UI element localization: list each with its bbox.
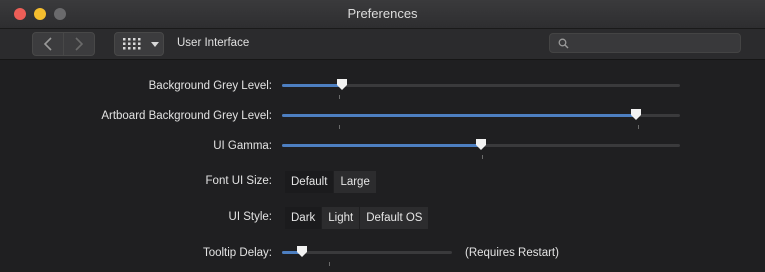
artboard-grey-label: Artboard Background Grey Level: <box>101 110 272 122</box>
slider-tick <box>339 125 340 129</box>
title-bar: Preferences <box>0 0 765 29</box>
slider-thumb[interactable] <box>476 139 486 150</box>
background-grey-label: Background Grey Level: <box>148 80 272 92</box>
slider-thumb[interactable] <box>631 109 641 120</box>
forward-button[interactable] <box>63 32 95 56</box>
ui-style-label: UI Style: <box>228 211 272 223</box>
grid-icon <box>123 38 141 50</box>
font-size-default-option[interactable]: Default <box>285 171 334 193</box>
slider-tick <box>638 125 639 129</box>
slider-tick <box>482 155 483 159</box>
ui-gamma-slider[interactable] <box>282 139 680 159</box>
ui-style-segmented: Dark Light Default OS <box>285 207 429 229</box>
requires-restart-note: (Requires Restart) <box>465 247 559 259</box>
font-ui-size-segmented: Default Large <box>285 171 376 193</box>
ui-gamma-label: UI Gamma: <box>213 140 272 152</box>
slider-tick <box>329 262 330 266</box>
slider-thumb[interactable] <box>297 246 307 257</box>
ui-style-dark-option[interactable]: Dark <box>285 207 322 229</box>
chevron-left-icon <box>43 37 52 51</box>
chevron-down-icon[interactable] <box>151 41 159 47</box>
ui-style-default-os-option[interactable]: Default OS <box>360 207 429 229</box>
back-button[interactable] <box>32 32 64 56</box>
search-input[interactable] <box>574 35 738 53</box>
search-icon <box>558 38 569 49</box>
search-field[interactable] <box>549 33 741 53</box>
tooltip-delay-slider[interactable] <box>282 246 452 266</box>
background-grey-slider[interactable] <box>282 79 680 99</box>
tooltip-delay-label: Tooltip Delay: <box>202 247 272 259</box>
font-ui-size-label: Font UI Size: <box>205 175 272 187</box>
ui-style-light-option[interactable]: Light <box>322 207 360 229</box>
slider-thumb[interactable] <box>337 79 347 90</box>
chevron-right-icon <box>75 37 84 51</box>
font-size-large-option[interactable]: Large <box>334 171 376 193</box>
section-title: User Interface <box>177 37 250 49</box>
slider-tick <box>339 95 340 99</box>
window-title: Preferences <box>347 6 418 21</box>
show-all-button[interactable] <box>114 32 164 56</box>
artboard-grey-slider[interactable] <box>282 109 680 129</box>
